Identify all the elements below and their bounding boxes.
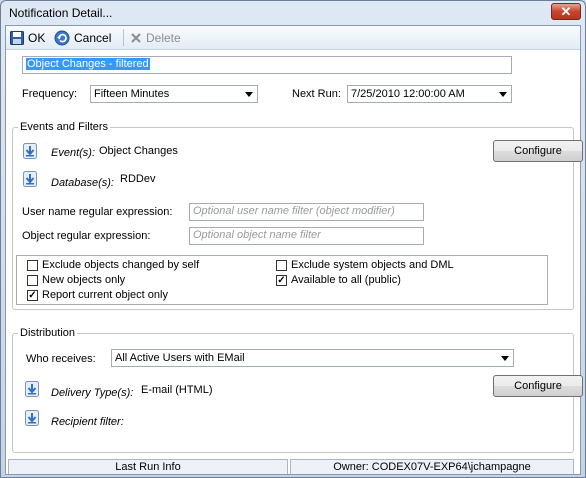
download-arrow-icon[interactable] bbox=[25, 381, 39, 397]
new-objects-checkbox[interactable]: New objects only bbox=[27, 274, 125, 286]
available-public-label: Available to all (public) bbox=[291, 274, 401, 286]
frequency-label: Frequency: bbox=[22, 88, 78, 100]
notification-name-input[interactable]: Object Changes - filtered bbox=[22, 56, 512, 74]
status-bar: Last Run Info Owner: CODEX07V-EXP64\jcha… bbox=[6, 459, 580, 474]
next-run-picker[interactable]: 7/25/2010 12:00:00 AM bbox=[347, 85, 512, 103]
title-bar[interactable]: Notification Detail... ✕ bbox=[1, 1, 585, 25]
object-regex-input[interactable]: Optional object name filter bbox=[189, 227, 424, 245]
checkbox-box: ✓ bbox=[27, 289, 38, 301]
object-regex-placeholder: Optional object name filter bbox=[193, 229, 321, 241]
chevron-down-icon bbox=[241, 86, 257, 102]
download-arrow-icon[interactable] bbox=[23, 143, 37, 159]
next-run-value: 7/25/2010 12:00:00 AM bbox=[351, 88, 465, 100]
report-current-checkbox[interactable]: ✓ Report current object only bbox=[27, 289, 168, 301]
exclude-self-label: Exclude objects changed by self bbox=[42, 259, 200, 271]
last-run-info: Last Run Info bbox=[8, 459, 288, 474]
new-objects-label: New objects only bbox=[42, 274, 126, 286]
toolbar-separator bbox=[123, 29, 124, 46]
who-receives-label: Who receives: bbox=[26, 353, 96, 365]
exclude-self-checkbox[interactable]: Exclude objects changed by self bbox=[27, 259, 199, 271]
close-button[interactable]: ✕ bbox=[551, 3, 581, 20]
chevron-down-icon bbox=[495, 86, 511, 102]
checkbox-box bbox=[276, 259, 287, 271]
events-label: Event(s): bbox=[51, 147, 96, 159]
checkbox-box bbox=[27, 259, 38, 271]
toolbar: OK Cancel Delete bbox=[6, 26, 580, 50]
notification-detail-window: Notification Detail... ✕ OK Cancel Delet… bbox=[0, 0, 586, 478]
download-arrow-icon[interactable] bbox=[23, 171, 37, 187]
ok-button[interactable]: OK bbox=[10, 29, 45, 47]
distribution-title: Distribution bbox=[18, 327, 78, 339]
floppy-save-icon bbox=[10, 31, 24, 45]
delete-x-icon bbox=[131, 33, 141, 43]
who-receives-value: All Active Users with EMail bbox=[115, 352, 245, 364]
chevron-down-icon bbox=[497, 350, 513, 366]
username-regex-placeholder: Optional user name filter (object modifi… bbox=[193, 205, 395, 217]
delete-label: Delete bbox=[146, 31, 181, 45]
download-arrow-icon[interactable] bbox=[25, 410, 39, 426]
exclude-system-label: Exclude system objects and DML bbox=[291, 259, 454, 271]
events-configure-button[interactable]: Configure bbox=[493, 140, 583, 162]
options-checklist: Exclude objects changed by self New obje… bbox=[16, 255, 548, 305]
delivery-configure-button[interactable]: Configure bbox=[493, 375, 583, 397]
database-value: RDDev bbox=[120, 173, 156, 185]
available-public-checkbox[interactable]: ✓ Available to all (public) bbox=[276, 274, 401, 286]
events-filters-title: Events and Filters bbox=[18, 121, 111, 133]
dialog-client: OK Cancel Delete Object Changes - filter bbox=[5, 25, 583, 475]
checkbox-box: ✓ bbox=[276, 274, 287, 286]
object-regex-label: Object regular expression: bbox=[22, 230, 151, 242]
owner-info: Owner: CODEX07V-EXP64\jchampagne bbox=[290, 459, 574, 474]
who-receives-select[interactable]: All Active Users with EMail bbox=[111, 349, 514, 367]
frequency-value: Fifteen Minutes bbox=[94, 88, 170, 100]
ok-label: OK bbox=[28, 31, 46, 45]
notification-name-value: Object Changes - filtered bbox=[26, 58, 150, 70]
username-regex-input[interactable]: Optional user name filter (object modifi… bbox=[189, 203, 424, 221]
undo-cancel-icon bbox=[54, 30, 70, 46]
exclude-system-checkbox[interactable]: Exclude system objects and DML bbox=[276, 259, 454, 271]
delete-button[interactable]: Delete bbox=[130, 29, 181, 47]
delivery-type-value: E-mail (HTML) bbox=[141, 384, 213, 396]
window-title: Notification Detail... bbox=[9, 6, 113, 20]
recipient-filter-label: Recipient filter: bbox=[51, 416, 124, 428]
checkbox-box bbox=[27, 274, 38, 286]
events-value: Object Changes bbox=[99, 145, 178, 157]
delivery-type-label: Delivery Type(s): bbox=[51, 387, 134, 399]
cancel-button[interactable]: Cancel bbox=[54, 29, 111, 47]
cancel-label: Cancel bbox=[74, 31, 112, 45]
username-regex-label: User name regular expression: bbox=[22, 206, 173, 218]
report-current-label: Report current object only bbox=[42, 289, 168, 301]
frequency-select[interactable]: Fifteen Minutes bbox=[90, 85, 258, 103]
next-run-label: Next Run: bbox=[292, 88, 341, 100]
database-label: Database(s): bbox=[51, 177, 114, 189]
